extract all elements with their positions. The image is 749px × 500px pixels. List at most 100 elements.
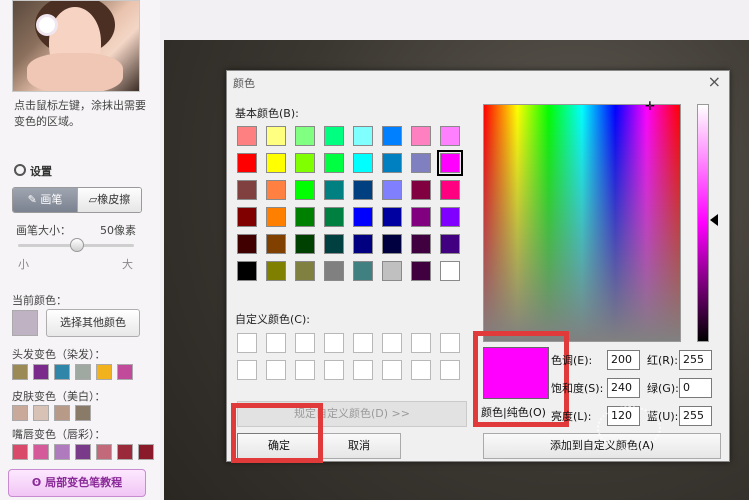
saturation-input[interactable]: 240 [607, 378, 640, 398]
custom-color-cell[interactable] [237, 333, 257, 353]
basic-color-cell[interactable] [440, 207, 460, 227]
basic-color-cell[interactable] [382, 153, 402, 173]
portrait-thumbnail[interactable] [12, 0, 140, 92]
basic-color-cell[interactable] [353, 234, 373, 254]
basic-color-cell[interactable] [324, 207, 344, 227]
basic-color-cell[interactable] [324, 261, 344, 281]
luminance-arrow-icon[interactable] [710, 214, 718, 226]
skin-color-swatch[interactable] [12, 405, 28, 421]
red-label: 红(R): [647, 354, 678, 367]
basic-color-cell[interactable] [382, 261, 402, 281]
basic-color-cell[interactable] [295, 180, 315, 200]
basic-color-cell[interactable] [266, 153, 286, 173]
close-icon[interactable]: × [708, 72, 721, 91]
lip-color-swatch[interactable] [33, 444, 49, 460]
custom-color-cell[interactable] [266, 360, 286, 380]
brush-tool-button[interactable]: ✎ 画笔 [13, 188, 77, 212]
basic-color-cell[interactable] [295, 153, 315, 173]
basic-color-cell[interactable] [295, 234, 315, 254]
basic-color-cell[interactable] [324, 180, 344, 200]
basic-color-cell[interactable] [382, 126, 402, 146]
lip-color-swatch[interactable] [12, 444, 28, 460]
tutorial-button[interactable]: ʘ 局部变色笔教程 [8, 469, 146, 497]
hue-input[interactable]: 200 [607, 350, 640, 370]
lip-color-swatch[interactable] [117, 444, 133, 460]
basic-color-cell[interactable] [353, 180, 373, 200]
settings-label: 设置 [30, 165, 52, 178]
basic-color-cell[interactable] [237, 180, 257, 200]
basic-color-cell[interactable] [382, 207, 402, 227]
basic-color-cell[interactable] [266, 126, 286, 146]
basic-color-cell[interactable] [440, 234, 460, 254]
custom-color-cell[interactable] [353, 333, 373, 353]
lip-color-swatch[interactable] [54, 444, 70, 460]
basic-color-cell[interactable] [382, 234, 402, 254]
basic-color-cell[interactable] [266, 180, 286, 200]
skin-color-swatch[interactable] [75, 405, 91, 421]
basic-color-cell[interactable] [324, 234, 344, 254]
basic-color-cell[interactable] [440, 261, 460, 281]
basic-color-cell[interactable] [411, 153, 431, 173]
brush-size-slider-thumb[interactable] [70, 238, 84, 252]
basic-color-cell[interactable] [353, 126, 373, 146]
custom-color-cell[interactable] [295, 333, 315, 353]
basic-color-cell[interactable] [237, 207, 257, 227]
basic-color-cell[interactable] [440, 126, 460, 146]
basic-color-cell[interactable] [411, 180, 431, 200]
luminance-bar[interactable] [697, 104, 709, 342]
basic-color-cell[interactable] [382, 180, 402, 200]
hair-color-swatch[interactable] [54, 364, 70, 380]
basic-color-cell[interactable] [237, 126, 257, 146]
custom-color-cell[interactable] [324, 360, 344, 380]
basic-color-cell[interactable] [411, 234, 431, 254]
basic-color-cell[interactable] [411, 207, 431, 227]
basic-color-cell[interactable] [266, 207, 286, 227]
pick-other-color-button[interactable]: 选择其他颜色 [46, 309, 140, 337]
cancel-button[interactable]: 取消 [317, 433, 401, 459]
tutorial-button-label: 局部变色笔教程 [45, 476, 123, 489]
basic-color-cell[interactable] [237, 234, 257, 254]
custom-color-cell[interactable] [411, 360, 431, 380]
hair-color-swatch[interactable] [33, 364, 49, 380]
basic-color-cell[interactable] [411, 126, 431, 146]
basic-color-cell[interactable] [266, 261, 286, 281]
basic-color-cell[interactable] [353, 153, 373, 173]
skin-color-swatch[interactable] [54, 405, 70, 421]
lip-color-swatch[interactable] [96, 444, 112, 460]
custom-color-cell[interactable] [411, 333, 431, 353]
basic-color-cell[interactable] [295, 207, 315, 227]
basic-color-cell[interactable] [237, 261, 257, 281]
custom-color-cell[interactable] [382, 333, 402, 353]
custom-color-cell[interactable] [353, 360, 373, 380]
basic-color-cell[interactable] [324, 126, 344, 146]
basic-color-cell[interactable] [237, 153, 257, 173]
custom-color-cell[interactable] [237, 360, 257, 380]
custom-color-cell[interactable] [382, 360, 402, 380]
hair-color-swatch[interactable] [117, 364, 133, 380]
red-input[interactable]: 255 [679, 350, 712, 370]
basic-color-cell[interactable] [295, 126, 315, 146]
hair-color-swatch[interactable] [96, 364, 112, 380]
basic-color-cell[interactable] [353, 207, 373, 227]
custom-color-cell[interactable] [440, 360, 460, 380]
basic-color-cell[interactable] [437, 150, 463, 176]
green-input[interactable]: 0 [679, 378, 712, 398]
basic-color-cell[interactable] [440, 180, 460, 200]
basic-color-cell[interactable] [353, 261, 373, 281]
basic-color-cell[interactable] [295, 261, 315, 281]
custom-color-cell[interactable] [440, 333, 460, 353]
basic-color-cell[interactable] [324, 153, 344, 173]
skin-color-swatch[interactable] [33, 405, 49, 421]
basic-color-cell[interactable] [411, 261, 431, 281]
custom-color-cell[interactable] [324, 333, 344, 353]
lip-color-swatch[interactable] [138, 444, 154, 460]
eraser-tool-button[interactable]: ▱橡皮擦 [77, 188, 141, 212]
lip-color-swatch[interactable] [75, 444, 91, 460]
basic-color-cell[interactable] [266, 234, 286, 254]
hair-color-swatch[interactable] [12, 364, 28, 380]
custom-color-cell[interactable] [266, 333, 286, 353]
color-spectrum[interactable] [483, 104, 681, 342]
hair-color-swatch[interactable] [75, 364, 91, 380]
custom-color-cell[interactable] [295, 360, 315, 380]
blue-input[interactable]: 255 [679, 406, 712, 426]
